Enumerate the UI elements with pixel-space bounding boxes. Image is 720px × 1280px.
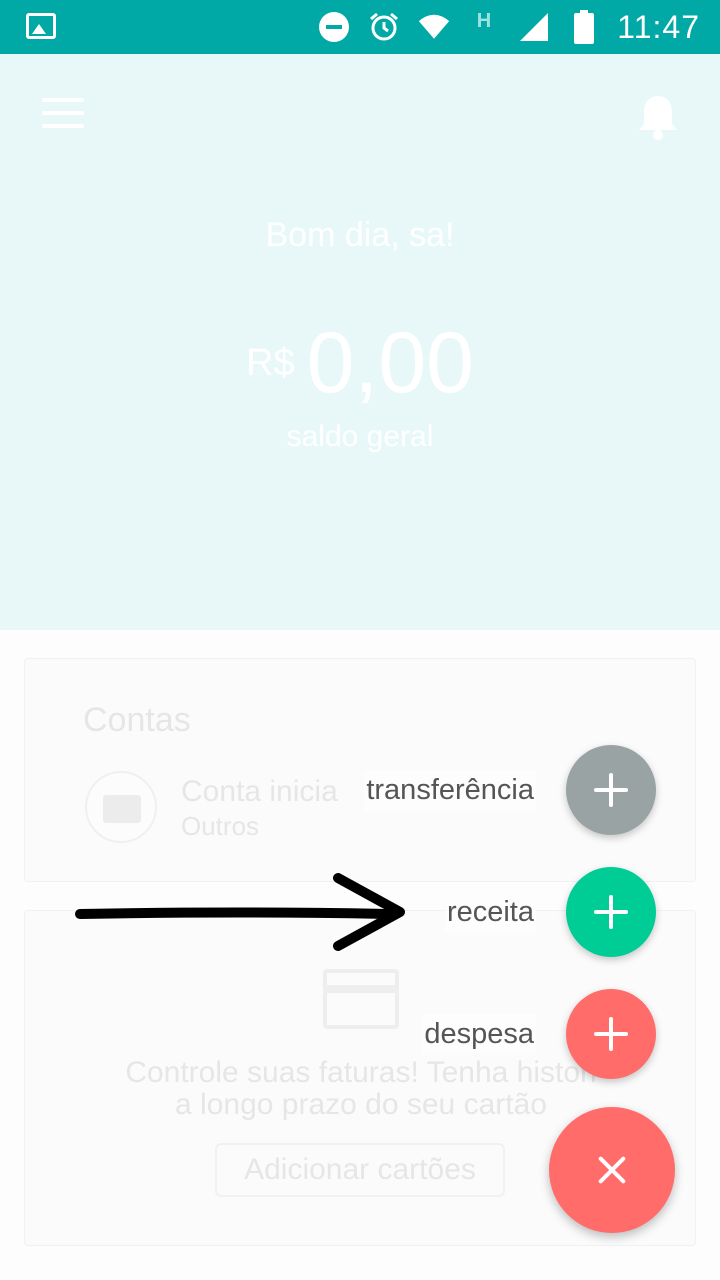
fab-item-income[interactable]: receita xyxy=(444,867,656,957)
image-icon xyxy=(26,13,56,39)
fab-label-expense[interactable]: despesa xyxy=(422,1013,536,1055)
credit-card-icon xyxy=(323,969,399,1029)
do-not-disturb-icon xyxy=(318,11,350,43)
status-icons: H xyxy=(318,9,600,45)
greeting: Bom dia, sa! xyxy=(265,216,455,254)
balance-label: saldo geral xyxy=(286,420,434,453)
expense-button[interactable] xyxy=(566,989,656,1079)
status-bar: H 11:47 xyxy=(0,0,720,54)
fab-item-transfer[interactable]: transferência xyxy=(364,745,656,835)
signal-icon xyxy=(518,11,550,43)
hamburger-menu-icon[interactable] xyxy=(42,98,84,130)
plus-icon xyxy=(594,773,628,807)
bell-icon[interactable] xyxy=(638,94,678,140)
alarm-icon xyxy=(368,11,400,43)
account-name[interactable]: Conta inicia xyxy=(181,775,338,809)
plus-icon xyxy=(594,1017,628,1051)
income-button[interactable] xyxy=(566,867,656,957)
plus-icon xyxy=(594,895,628,929)
battery-icon xyxy=(568,10,600,44)
annotation-arrow-icon xyxy=(75,873,405,951)
add-cards-button[interactable]: Adicionar cartões xyxy=(215,1143,505,1197)
accounts-title: Contas xyxy=(83,701,191,739)
close-fab-button[interactable] xyxy=(549,1107,675,1233)
transfer-button[interactable] xyxy=(566,745,656,835)
balance-amount: 0,00 xyxy=(306,315,474,411)
account-type: Outros xyxy=(181,811,260,841)
clock: 11:47 xyxy=(617,9,700,45)
fab-label-income[interactable]: receita xyxy=(444,891,536,933)
h-network-icon: H xyxy=(476,9,492,32)
balance: R$ 0,00 xyxy=(0,318,720,408)
close-icon xyxy=(597,1155,627,1185)
fab-label-transfer[interactable]: transferência xyxy=(364,769,536,811)
balance-currency: R$ xyxy=(246,342,295,384)
wifi-icon xyxy=(418,11,450,43)
fab-item-expense[interactable]: despesa xyxy=(422,989,656,1079)
wallet-icon xyxy=(85,771,157,843)
